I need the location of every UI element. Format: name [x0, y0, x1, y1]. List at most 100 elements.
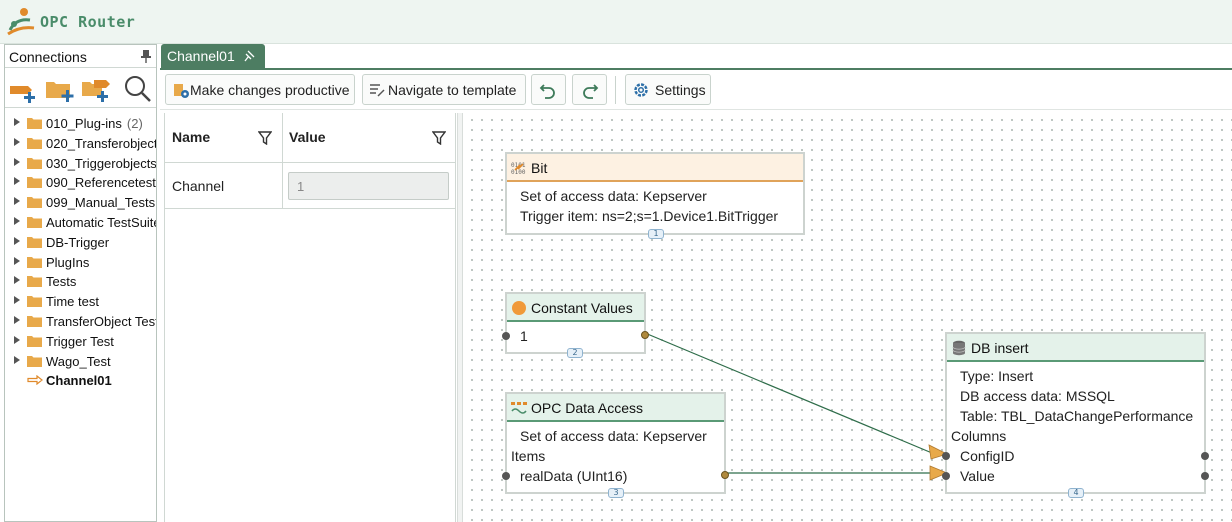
node-header: DB insert — [947, 334, 1204, 362]
tree-item-label: Time test — [46, 294, 99, 310]
tree-item[interactable]: 099_Manual_Tests — [5, 193, 156, 213]
tree-item-label: Channel01 — [46, 373, 112, 389]
tree-item-label: 090_Referencetests — [46, 175, 156, 191]
tree-item[interactable]: Automatic TestSuite — [5, 213, 156, 233]
search-icon[interactable] — [122, 74, 154, 104]
filter-icon[interactable] — [432, 131, 446, 145]
expand-arrow-icon[interactable] — [14, 118, 20, 126]
input-port-configid[interactable] — [942, 452, 950, 460]
expand-arrow-icon[interactable] — [14, 355, 20, 364]
expand-arrow-icon[interactable] — [14, 276, 20, 285]
tree-item-label: PlugIns — [46, 254, 90, 270]
node-badge: 3 — [608, 488, 624, 498]
node-line: ConfigID — [960, 448, 1015, 464]
expand-arrow-icon[interactable] — [14, 335, 20, 344]
column-divider — [282, 113, 283, 209]
folder-icon — [27, 256, 42, 268]
folder-icon — [27, 315, 42, 327]
output-port-configid[interactable] — [1201, 452, 1209, 460]
input-port-value[interactable] — [942, 472, 950, 480]
folder-icon — [27, 118, 42, 129]
node-db-insert[interactable]: DB insert Type: Insert DB access data: M… — [942, 332, 1209, 498]
tree-item[interactable]: Trigger Test — [5, 332, 156, 352]
input-port[interactable] — [502, 332, 510, 340]
connections-header: Connections — [5, 44, 156, 68]
expand-arrow-icon[interactable] — [14, 296, 20, 305]
expand-arrow-icon[interactable] — [14, 236, 20, 245]
tree-item[interactable]: 030_Triggerobjects — [5, 154, 156, 174]
node-line: Columns — [951, 428, 1007, 444]
pin-icon[interactable] — [140, 49, 152, 63]
tree-item-label: 010_Plug-ins — [46, 116, 122, 131]
redo-icon — [583, 84, 599, 99]
node-header: Constant Values — [507, 294, 644, 322]
tab-channel01[interactable]: Channel01 — [161, 44, 265, 70]
navigate-to-template-label: Navigate to template — [388, 82, 517, 98]
toolbar-separator — [615, 76, 616, 104]
redo-button[interactable] — [572, 74, 607, 105]
node-header: 0101 0100 Bit — [507, 154, 803, 182]
node-constant-values[interactable]: Constant Values 1 2 — [502, 292, 649, 358]
folder-icon — [27, 296, 42, 308]
folder-icon — [27, 236, 42, 248]
add-folder-icon[interactable] — [44, 74, 76, 104]
expand-arrow-icon[interactable] — [14, 177, 20, 186]
expand-arrow-icon[interactable] — [14, 157, 20, 166]
node-opc-data-access[interactable]: OPC Data Access Set of access data: Keps… — [502, 392, 729, 498]
app-title: OPC Router — [40, 13, 136, 31]
tree-item-label: Trigger Test — [46, 333, 114, 349]
add-connection-icon[interactable] — [8, 74, 40, 104]
expand-arrow-icon[interactable] — [14, 197, 20, 206]
workflow-canvas[interactable]: 0101 0100 Bit Set of access data: Kepser… — [463, 111, 1232, 522]
expand-arrow-icon[interactable] — [14, 216, 20, 225]
constant-icon — [512, 301, 526, 315]
tree-item[interactable]: 020_Transferobjects — [5, 134, 156, 154]
navigate-to-template-button[interactable]: Navigate to template — [362, 74, 526, 105]
input-port[interactable] — [502, 472, 510, 480]
node-bit[interactable]: 0101 0100 Bit Set of access data: Kepser… — [505, 152, 805, 239]
expand-arrow-icon[interactable] — [14, 137, 20, 146]
output-port-value[interactable] — [1201, 472, 1209, 480]
svg-text:0100: 0100 — [511, 169, 526, 176]
expand-arrow-icon[interactable] — [14, 315, 20, 324]
tab-strip: Channel01 — [160, 44, 1232, 70]
tree-item-label: Automatic TestSuite — [46, 214, 156, 230]
node-line: Items — [511, 448, 546, 464]
name-column-header[interactable]: Name — [165, 113, 282, 163]
expand-arrow-icon[interactable] — [14, 256, 20, 265]
property-name: Channel — [172, 178, 225, 194]
node-badge: 4 — [1068, 488, 1084, 498]
tree-item[interactable]: Tests — [5, 272, 156, 292]
tree-item[interactable]: 090_Referencetests — [5, 173, 156, 193]
node-line: Set of access data: Kepserver — [520, 188, 707, 204]
output-port[interactable] — [641, 331, 649, 339]
tree-item[interactable]: Wago_Test — [5, 352, 156, 372]
tree-item-label: 030_Triggerobjects — [46, 155, 156, 171]
make-changes-productive-button[interactable]: Make changes productive — [165, 74, 355, 105]
add-template-icon[interactable] — [80, 74, 112, 104]
filter-icon[interactable] — [258, 131, 272, 145]
node-badge: 1 — [648, 229, 664, 239]
tree-item-label: Wago_Test — [46, 353, 111, 369]
tree-item[interactable]: TransferObject Tests — [5, 312, 156, 332]
connection-link-icon — [27, 375, 43, 386]
connections-title: Connections — [9, 49, 87, 65]
node-title: Constant Values — [531, 300, 633, 316]
tree-item[interactable]: 010_Plug-ins (2) — [5, 114, 156, 134]
settings-button[interactable]: Settings — [625, 74, 711, 105]
tree-item[interactable]: PlugIns — [5, 253, 156, 273]
tree-item-label: 099_Manual_Tests — [46, 195, 156, 211]
channel-toolbar: Make changes productive Navigate to temp… — [160, 70, 1232, 110]
tree-item[interactable]: DB-Trigger — [5, 233, 156, 253]
output-port[interactable] — [721, 471, 729, 479]
property-value: 1 — [297, 179, 305, 194]
undo-button[interactable] — [531, 74, 566, 105]
tree-item[interactable]: Time test — [5, 292, 156, 312]
tree-item-count: (2) — [126, 116, 143, 131]
title-bar: OPC Router — [0, 0, 1232, 44]
name-header-label: Name — [172, 129, 211, 145]
database-icon — [952, 340, 966, 356]
pin-icon[interactable] — [244, 50, 255, 62]
value-column-header[interactable]: Value — [282, 113, 455, 163]
tree-item-channel01[interactable]: Channel01 — [5, 371, 156, 391]
